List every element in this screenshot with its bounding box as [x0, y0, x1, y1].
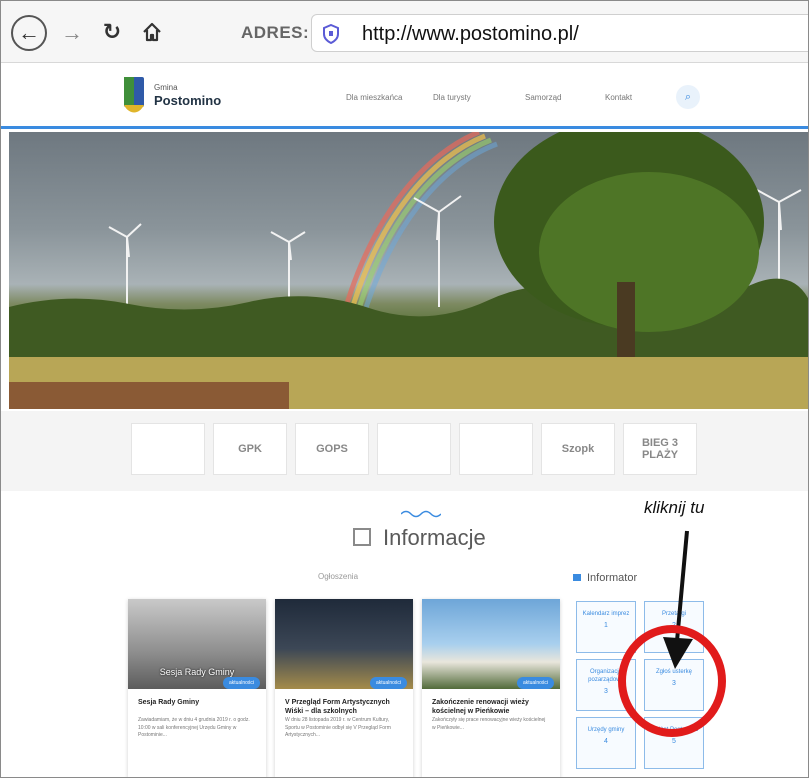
- news-card[interactable]: aktualności V Przegląd Form Artystycznyc…: [275, 599, 413, 777]
- home-icon[interactable]: [137, 17, 167, 47]
- menu-item-government[interactable]: Samorząd: [525, 93, 561, 102]
- coat-of-arms-logo[interactable]: [123, 75, 145, 115]
- news-card-title[interactable]: V Przegląd Form Artystycznych Wiśki – dl…: [285, 699, 403, 717]
- partner-logo-1[interactable]: [131, 423, 205, 475]
- tile-label: Kalendarz imprez: [582, 611, 630, 617]
- partner-logo-bieg[interactable]: BIEG 3 PLAŻY: [623, 423, 697, 475]
- news-card-badge[interactable]: aktualności: [222, 677, 260, 689]
- tile-number: 5: [672, 738, 676, 746]
- shield-icon: [323, 24, 339, 44]
- landscape-illustration: [9, 132, 808, 409]
- tile-number: 2: [672, 622, 676, 630]
- news-card-badge[interactable]: aktualności: [369, 677, 407, 689]
- partner-logos: GPK GOPS Szopk BIEG 3 PLAŻY: [1, 411, 808, 491]
- news-label: Ogłoszenia: [318, 572, 359, 581]
- news-card[interactable]: Sesja Rady Gminy aktualności Sesja Rady …: [128, 599, 266, 777]
- reload-icon[interactable]: ↻: [97, 17, 127, 47]
- brand-name: Postomino: [154, 93, 222, 108]
- screenshot-frame: ← → ↻ ADRES: http://www.postomino.pl/ Gm…: [0, 0, 809, 778]
- tile-label: Zgłoś usterkę: [655, 669, 692, 675]
- news-card-image: Sesja Rady Gminy: [128, 599, 266, 689]
- address-bar[interactable]: http://www.postomino.pl/: [311, 14, 808, 52]
- annotation-text: kliknij tu: [644, 498, 705, 517]
- tile-label: Urzędy gminy: [587, 727, 625, 733]
- news-card-text: W dniu 28 listopada 2019 r. w Centrum Ku…: [285, 717, 391, 738]
- menu-item-contact[interactable]: Kontakt: [605, 93, 632, 102]
- informator-label: Informator: [573, 572, 637, 584]
- tile-number: 4: [604, 738, 608, 746]
- brand-small: Gmina: [154, 83, 178, 92]
- partner-logo-gpk[interactable]: GPK: [213, 423, 287, 475]
- informator-tile-report-issue[interactable]: Zgłoś usterkę 3: [644, 659, 704, 711]
- informator-tile-ngo[interactable]: Organizacje pozarządowe 3: [576, 659, 636, 711]
- tile-label: Organizacje pozarządowe: [588, 669, 624, 684]
- menu-item-tourists[interactable]: Dla turysty: [433, 93, 471, 102]
- site-header: Gmina Postomino Dla mieszkańca Dla turys…: [1, 63, 808, 129]
- menu-item-residents[interactable]: Dla mieszkańca: [346, 93, 402, 102]
- news-card-image: [422, 599, 560, 689]
- browser-toolbar: ← → ↻ ADRES: http://www.postomino.pl/: [1, 1, 808, 63]
- partner-logo-gops[interactable]: GOPS: [295, 423, 369, 475]
- news-card[interactable]: aktualności Zakończenie renowacji wieży …: [422, 599, 560, 777]
- hero-image: [9, 132, 808, 409]
- informator-tile-budget[interactable]: Budżet Postomino 5: [644, 717, 704, 769]
- tile-number: 3: [604, 688, 608, 696]
- news-card-overlay: Sesja Rady Gminy: [159, 667, 235, 677]
- news-card-text: Zawiadamiam, że w dniu 4 grudnia 2019 r.…: [138, 717, 250, 738]
- partner-logo-4[interactable]: [377, 423, 451, 475]
- news-card-image: [275, 599, 413, 689]
- search-icon[interactable]: ⌕: [676, 85, 700, 109]
- tile-number: 1: [604, 622, 608, 630]
- news-card-text: Zakończyły się prace renowacyjne wieży k…: [432, 717, 546, 731]
- tile-number: 3: [672, 680, 676, 688]
- url-text: http://www.postomino.pl/: [362, 23, 579, 45]
- back-arrow-icon[interactable]: ←: [11, 15, 47, 51]
- news-card-title[interactable]: Zakończenie renowacji wieży kościelnej w…: [432, 699, 550, 717]
- partner-logo-5[interactable]: [459, 423, 533, 475]
- address-label: ADRES:: [241, 23, 310, 42]
- informator-tile-tenders[interactable]: Przetargi 2: [644, 601, 704, 653]
- informator-tile-offices[interactable]: Urzędy gminy 4: [576, 717, 636, 769]
- forward-arrow-icon[interactable]: →: [57, 18, 87, 48]
- section-title: Informacje: [383, 525, 486, 550]
- informator-tile-calendar[interactable]: Kalendarz imprez 1: [576, 601, 636, 653]
- wave-icon: [401, 510, 441, 518]
- news-card-title[interactable]: Sesja Rady Gminy: [138, 699, 256, 708]
- partner-logo-szopk[interactable]: Szopk: [541, 423, 615, 475]
- tile-label: Budżet Postomino: [649, 727, 699, 733]
- tile-label: Przetargi: [661, 611, 686, 617]
- news-card-badge[interactable]: aktualności: [516, 677, 554, 689]
